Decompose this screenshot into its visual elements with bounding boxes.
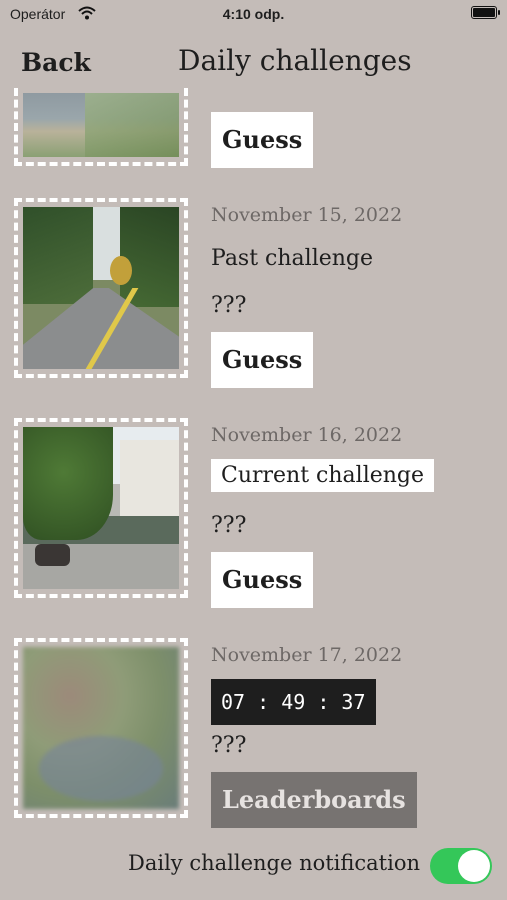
challenge-date: November 15, 2022 [211, 204, 403, 226]
back-button[interactable]: Back [21, 48, 91, 77]
challenge-thumbnail[interactable] [14, 418, 188, 598]
status-bar: Operátor 4:10 odp. [0, 0, 507, 30]
challenge-result: ??? [211, 293, 247, 318]
challenge-date: November 16, 2022 [211, 424, 403, 446]
street-view-image [23, 207, 179, 369]
countdown-timer: 07 : 49 : 37 [211, 679, 376, 725]
page-title: Daily challenges [178, 44, 412, 77]
challenge-date: November 17, 2022 [211, 644, 403, 666]
guess-button[interactable]: Guess [211, 112, 314, 168]
challenge-result: ??? [211, 513, 247, 538]
street-view-image [23, 427, 179, 589]
leaderboards-button[interactable]: Leaderboards [211, 772, 417, 828]
battery-icon [471, 6, 500, 19]
challenge-thumbnail [14, 638, 188, 818]
challenge-thumbnail[interactable] [14, 88, 188, 166]
notification-toggle[interactable] [430, 848, 492, 884]
challenge-status: Current challenge [211, 459, 435, 492]
notification-label: Daily challenge notification [128, 851, 421, 875]
nav-bar: Back Daily challenges [0, 40, 507, 90]
status-time: 4:10 odp. [222, 6, 285, 22]
street-view-image [23, 93, 179, 157]
challenge-thumbnail[interactable] [14, 198, 188, 378]
challenge-result: ??? [211, 733, 247, 758]
toggle-knob [458, 850, 490, 882]
challenge-status: Past challenge [211, 246, 374, 271]
blurred-image [23, 647, 179, 809]
guess-button[interactable]: Guess [211, 552, 314, 608]
guess-button[interactable]: Guess [211, 332, 314, 388]
